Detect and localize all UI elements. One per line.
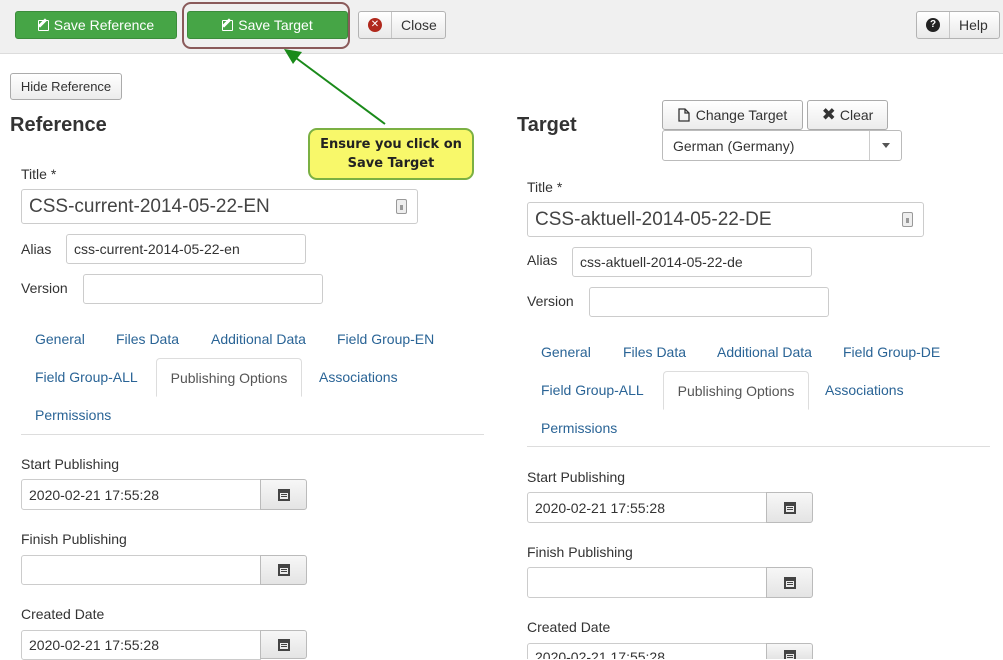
reference-tab-permissions[interactable]: Permissions	[35, 407, 111, 423]
target-title-label: Title *	[527, 179, 563, 195]
calendar-icon	[277, 564, 290, 576]
target-tab-additional-data[interactable]: Additional Data	[717, 344, 812, 360]
target-tab-associations[interactable]: Associations	[825, 382, 904, 398]
target-start-calendar-button[interactable]	[766, 492, 813, 523]
annotation-callout: Ensure you click on Save Target	[308, 128, 474, 180]
x-icon: ✖	[821, 105, 836, 124]
reference-tab-general[interactable]: General	[35, 331, 85, 347]
target-tab-field-group-all[interactable]: Field Group-ALL	[541, 382, 644, 398]
target-finish-calendar-button[interactable]	[766, 567, 813, 598]
calendar-icon	[277, 638, 290, 651]
change-target-button[interactable]: Change Target	[662, 100, 803, 130]
calendar-icon	[783, 501, 796, 514]
target-language-value: German (Germany)	[673, 137, 795, 154]
badge-icon	[396, 199, 407, 214]
reference-start-value: 2020-02-21 17:55:28	[29, 486, 159, 503]
target-version-input[interactable]	[589, 287, 829, 317]
target-alias-input[interactable]: css-aktuell-2014-05-22-de	[572, 247, 812, 277]
reference-tabs-divider	[21, 434, 484, 435]
target-created-input[interactable]: 2020-02-21 17:55:28	[527, 643, 767, 659]
calendar-icon	[277, 488, 290, 501]
hide-reference-button[interactable]: Hide Reference	[10, 73, 122, 100]
reference-title-value: CSS-current-2014-05-22-EN	[29, 195, 270, 217]
target-tab-general[interactable]: General	[541, 344, 591, 360]
reference-created-value: 2020-02-21 17:55:28	[29, 637, 159, 653]
change-target-label: Change Target	[695, 107, 788, 123]
target-created-value: 2020-02-21 17:55:28	[535, 649, 665, 659]
chevron-down-icon	[869, 131, 901, 160]
target-version-label: Version	[527, 293, 574, 309]
reference-tab-field-group-en[interactable]: Field Group-EN	[337, 331, 434, 347]
target-finish-label: Finish Publishing	[527, 544, 633, 560]
reference-finish-input[interactable]	[21, 555, 261, 585]
target-created-label: Created Date	[527, 619, 611, 635]
target-tab-files-data[interactable]: Files Data	[623, 344, 686, 360]
target-tab-publishing-options[interactable]: Publishing Options	[663, 371, 809, 410]
target-tabs-divider	[527, 446, 990, 447]
reference-finish-calendar-button[interactable]	[260, 555, 307, 585]
badge-icon	[902, 212, 913, 227]
target-alias-label: Alias	[527, 252, 558, 268]
reference-version-label: Version	[21, 280, 68, 296]
reference-created-calendar-button[interactable]	[260, 630, 307, 659]
target-title-value: CSS-aktuell-2014-05-22-DE	[535, 208, 772, 230]
callout-line-1: Ensure you click on	[320, 137, 462, 152]
target-tab-permissions[interactable]: Permissions	[541, 420, 617, 436]
target-alias-value: css-aktuell-2014-05-22-de	[580, 254, 743, 270]
target-created-calendar-button[interactable]	[766, 643, 813, 659]
reference-alias-label: Alias	[21, 241, 52, 257]
target-start-input[interactable]: 2020-02-21 17:55:28	[527, 492, 767, 523]
clear-button[interactable]: ✖ Clear	[807, 100, 888, 130]
reference-version-input[interactable]	[83, 274, 323, 304]
target-start-value: 2020-02-21 17:55:28	[535, 499, 665, 516]
file-icon	[678, 108, 690, 122]
reference-tab-publishing-options[interactable]: Publishing Options	[156, 358, 302, 397]
reference-tab-field-group-all[interactable]: Field Group-ALL	[35, 369, 138, 385]
reference-tab-associations[interactable]: Associations	[319, 369, 398, 385]
reference-created-input[interactable]: 2020-02-21 17:55:28	[21, 630, 261, 660]
reference-tab-additional-data[interactable]: Additional Data	[211, 331, 306, 347]
target-title-input[interactable]: CSS-aktuell-2014-05-22-DE	[527, 202, 924, 237]
calendar-icon	[783, 650, 796, 659]
reference-heading: Reference	[10, 114, 107, 136]
target-finish-input[interactable]	[527, 567, 767, 598]
reference-start-label: Start Publishing	[21, 456, 120, 472]
reference-alias-value: css-current-2014-05-22-en	[74, 241, 240, 257]
callout-line-2: Save Target	[347, 156, 435, 171]
reference-created-label: Created Date	[21, 606, 105, 622]
reference-start-input[interactable]: 2020-02-21 17:55:28	[21, 479, 261, 510]
reference-title-label: Title *	[21, 166, 57, 182]
target-start-label: Start Publishing	[527, 469, 626, 485]
target-tab-field-group-de[interactable]: Field Group-DE	[843, 344, 940, 360]
target-heading: Target	[517, 114, 577, 136]
reference-finish-label: Finish Publishing	[21, 531, 127, 547]
target-language-select[interactable]: German (Germany)	[662, 130, 902, 161]
reference-alias-input[interactable]: css-current-2014-05-22-en	[66, 234, 306, 264]
reference-start-calendar-button[interactable]	[260, 479, 307, 510]
reference-title-input[interactable]: CSS-current-2014-05-22-EN	[21, 189, 418, 224]
calendar-icon	[783, 576, 796, 589]
reference-tab-files-data[interactable]: Files Data	[116, 331, 179, 347]
clear-label: Clear	[839, 107, 874, 123]
